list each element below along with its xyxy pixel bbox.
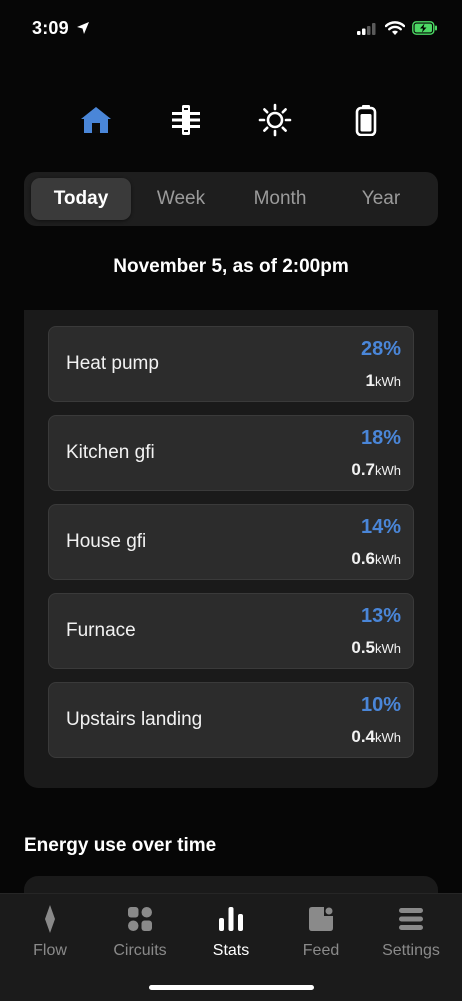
circuit-name: Furnace <box>66 620 136 641</box>
circuit-energy-value: 0.6 <box>351 549 375 568</box>
circuit-energy-unit: kWh <box>375 463 401 478</box>
tab-settings[interactable]: Settings <box>365 904 457 964</box>
period-month-tab[interactable]: Month <box>230 178 330 220</box>
circuit-energy-value: 0.4 <box>351 727 375 746</box>
period-selector: Today Week Month Year <box>24 172 438 226</box>
circuit-energy-unit: kWh <box>375 374 401 389</box>
circuit-energy-unit: kWh <box>375 552 401 567</box>
battery-category-button[interactable] <box>346 100 386 140</box>
circuit-energy: 1kWh <box>366 371 401 391</box>
battery-icon <box>355 105 377 136</box>
settings-icon <box>399 908 423 930</box>
period-week-tab[interactable]: Week <box>131 178 231 220</box>
tab-stats[interactable]: Stats <box>185 904 277 964</box>
tab-flow[interactable]: Flow <box>4 904 96 964</box>
status-time: 3:09 <box>32 18 69 38</box>
circuits-icon <box>128 907 152 931</box>
battery-charging-icon <box>412 21 437 35</box>
circuit-card[interactable]: Furnace 13% 0.5kWh <box>48 593 414 669</box>
circuit-energy: 0.4kWh <box>351 727 401 747</box>
energy-over-time-heading: Energy use over time <box>24 835 217 856</box>
stats-icon <box>219 907 243 931</box>
circuit-card[interactable]: Upstairs landing 10% 0.4kWh <box>48 682 414 758</box>
circuit-name: Upstairs landing <box>66 709 203 730</box>
sun-icon <box>258 103 292 137</box>
circuit-card[interactable]: House gfi 14% 0.6kWh <box>48 504 414 580</box>
circuit-name: Heat pump <box>66 353 159 374</box>
location-arrow-icon <box>77 22 89 34</box>
circuit-energy: 0.6kWh <box>351 549 401 569</box>
circuit-percent: 13% <box>360 605 401 627</box>
home-category-button[interactable] <box>76 100 116 140</box>
panel-icon <box>172 105 200 135</box>
flow-icon <box>45 905 55 933</box>
circuit-energy-value: 0.5 <box>351 638 375 657</box>
circuit-energy: 0.7kWh <box>351 460 401 480</box>
period-today-tab[interactable]: Today <box>31 178 131 220</box>
tab-label: Flow <box>33 942 67 959</box>
circuit-energy-value: 0.7 <box>351 460 375 479</box>
circuit-energy-value: 1 <box>365 371 375 390</box>
circuit-percent: 18% <box>360 427 401 449</box>
circuit-percent: 14% <box>360 516 401 538</box>
circuit-name: House gfi <box>66 531 147 552</box>
circuit-energy: 0.5kWh <box>351 638 401 658</box>
home-indicator <box>149 985 314 990</box>
tab-label: Stats <box>212 942 250 959</box>
period-year-tab[interactable]: Year <box>331 178 431 220</box>
circuit-name: Kitchen gfi <box>66 442 155 463</box>
tab-feed[interactable]: Feed <box>275 904 367 964</box>
circuit-energy-unit: kWh <box>375 730 401 745</box>
tab-label: Feed <box>302 942 340 959</box>
home-icon <box>81 107 111 133</box>
wifi-icon <box>385 21 405 35</box>
feed-icon <box>309 907 333 931</box>
circuit-usage-panel: Heat pump 28% 1kWh Kitchen gfi 18% 0.7kW… <box>24 310 438 788</box>
tab-circuits[interactable]: Circuits <box>94 904 186 964</box>
circuit-energy-unit: kWh <box>375 641 401 656</box>
date-heading: November 5, as of 2:00pm <box>113 256 349 277</box>
circuit-card[interactable]: Heat pump 28% 1kWh <box>48 326 414 402</box>
panel-category-button[interactable] <box>166 100 206 140</box>
cellular-signal-icon <box>357 23 376 35</box>
solar-category-button[interactable] <box>255 100 295 140</box>
circuit-percent: 10% <box>360 694 401 716</box>
circuit-card[interactable]: Kitchen gfi 18% 0.7kWh <box>48 415 414 491</box>
tab-label: Settings <box>382 942 440 959</box>
circuit-percent: 28% <box>360 338 401 360</box>
tab-label: Circuits <box>113 942 167 959</box>
status-bar: 3:09 <box>0 0 462 58</box>
